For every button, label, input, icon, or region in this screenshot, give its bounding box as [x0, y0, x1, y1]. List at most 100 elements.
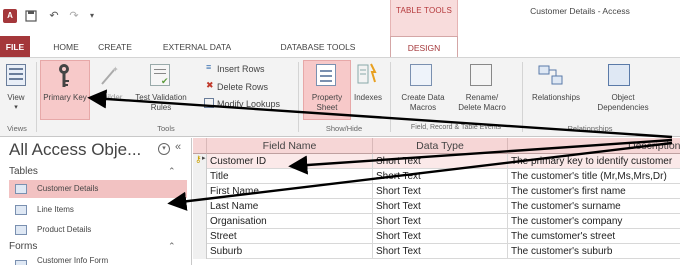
tab-file[interactable]: FILE — [0, 36, 30, 58]
table-row[interactable]: Last Name Short Text The customer's surn… — [193, 199, 680, 214]
table-row[interactable]: Organisation Short Text The customer's c… — [193, 214, 680, 229]
redo-icon[interactable]: ↷ — [64, 8, 84, 22]
table-tools-label: TABLE TOOLS — [395, 6, 452, 15]
group-views-label: Views — [7, 124, 27, 133]
indexes-icon — [357, 62, 377, 89]
nav-pane-title: All Access Obje... — [9, 140, 142, 159]
insert-rows-button[interactable]: Insert Rows — [217, 64, 265, 74]
table-row[interactable]: Street Short Text The cumstomer's street — [193, 229, 680, 244]
relationships-button[interactable]: Relationships — [524, 93, 588, 103]
cell-field-name[interactable]: Customer ID — [207, 154, 373, 169]
save-icon[interactable] — [24, 9, 38, 23]
test-validation-button[interactable]: Test Validation Rules — [132, 93, 190, 113]
nav-options-chevron-icon[interactable]: ▾ — [158, 143, 170, 155]
nav-item-label: Product Details — [37, 225, 92, 234]
view-button[interactable]: View — [2, 93, 30, 103]
cell-field-name[interactable]: Title — [207, 169, 373, 184]
tab-database-tools[interactable]: DATABASE TOOLS — [262, 36, 374, 58]
table-row[interactable]: First Name Short Text The customer's fir… — [193, 184, 680, 199]
cell-field-name[interactable]: Suburb — [207, 244, 373, 259]
cell-data-type[interactable]: Short Text — [373, 229, 508, 244]
primary-key-row-icon: ⚷ — [195, 154, 202, 164]
relationships-icon — [538, 64, 564, 91]
nav-collapse-icon[interactable]: « — [175, 141, 181, 153]
property-sheet-button[interactable]: Property Sheet — [303, 93, 351, 113]
nav-section-forms[interactable]: Forms — [9, 241, 37, 252]
cell-data-type[interactable]: Short Text — [373, 184, 508, 199]
cell-field-name[interactable]: First Name — [207, 184, 373, 199]
cell-data-type[interactable]: Short Text — [373, 154, 508, 169]
create-data-macros-button[interactable]: Create Data Macros — [392, 93, 454, 113]
row-selector[interactable] — [193, 229, 207, 244]
cell-description[interactable]: The customer's company — [508, 214, 680, 229]
cell-data-type[interactable]: Short Text — [373, 214, 508, 229]
cell-field-name[interactable]: Last Name — [207, 199, 373, 214]
header-field-name[interactable]: Field Name — [207, 138, 373, 154]
property-sheet-icon — [316, 64, 336, 86]
row-selector[interactable] — [193, 244, 207, 259]
modify-lookups-icon — [204, 98, 214, 108]
test-validation-icon: ✔ — [150, 64, 170, 86]
group-tools-label: Tools — [157, 124, 175, 133]
builder-wand-icon: ✦ — [98, 64, 120, 91]
customize-qat-icon[interactable]: ▾ — [86, 8, 98, 22]
nav-item-product-details[interactable]: Product Details — [9, 221, 187, 239]
indexes-button[interactable]: Indexes — [350, 93, 386, 103]
cell-description[interactable]: The customer's first name — [508, 184, 680, 199]
header-description[interactable]: Description — [508, 138, 680, 154]
cell-description[interactable]: The customer's suburb — [508, 244, 680, 259]
rename-delete-macro-button[interactable]: Rename/ Delete Macro — [454, 93, 510, 113]
delete-rows-button[interactable]: Delete Rows — [217, 82, 268, 92]
table-row[interactable]: Title Short Text The customer's title (M… — [193, 169, 680, 184]
cell-data-type[interactable]: Short Text — [373, 244, 508, 259]
create-data-macros-icon — [410, 64, 432, 86]
primary-key-button[interactable]: Primary Key — [40, 93, 90, 103]
nav-item-form-partial[interactable]: Customer Info Form — [9, 256, 187, 265]
builder-button[interactable]: Builder — [90, 93, 130, 103]
cell-description[interactable]: The customer's surname — [508, 199, 680, 214]
view-dropdown-icon[interactable]: ▾ — [2, 103, 30, 113]
row-selector[interactable] — [193, 214, 207, 229]
insert-rows-icon: ≡ — [206, 62, 212, 72]
tab-create[interactable]: CREATE — [92, 36, 138, 58]
cell-description[interactable]: The primary key to identify customer — [508, 154, 680, 169]
tables-collapse-icon[interactable]: ⌃ — [168, 166, 176, 177]
table-tools-context: TABLE TOOLS — [390, 0, 458, 36]
modify-lookups-button[interactable]: Modify Lookups — [217, 99, 280, 109]
ribbon-separator — [522, 62, 523, 132]
ribbon-separator — [298, 62, 299, 132]
current-row-icon: ▸ — [202, 155, 206, 162]
table-row[interactable]: Suburb Short Text The customer's suburb — [193, 244, 680, 259]
nav-item-label: Line Items — [37, 205, 74, 214]
header-data-type[interactable]: Data Type — [373, 138, 508, 154]
cell-data-type[interactable]: Short Text — [373, 199, 508, 214]
tab-external-data[interactable]: EXTERNAL DATA — [146, 36, 248, 58]
row-selector[interactable]: ⚷ ▸ — [193, 154, 207, 169]
row-selector[interactable] — [193, 184, 207, 199]
nav-item-label: Customer Details — [37, 184, 99, 193]
access-window: A ↶ ↷ ▾ TABLE TOOLS Customer Details - A… — [0, 0, 680, 265]
object-dependencies-button[interactable]: Object Dependencies — [590, 93, 656, 113]
tab-home[interactable]: HOME — [46, 36, 86, 58]
cell-description[interactable]: The cumstomer's street — [508, 229, 680, 244]
delete-rows-icon: ✖ — [206, 80, 214, 90]
nav-item-customer-details[interactable]: Customer Details — [9, 180, 187, 198]
forms-collapse-icon[interactable]: ⌃ — [168, 241, 176, 252]
cell-field-name[interactable]: Organisation — [207, 214, 373, 229]
table-icon — [15, 225, 27, 235]
cell-description[interactable]: The customer's title (Mr,Ms,Mrs,Dr) — [508, 169, 680, 184]
nav-section-tables[interactable]: Tables — [9, 166, 38, 177]
row-selector[interactable] — [193, 199, 207, 214]
table-row[interactable]: ⚷ ▸ Customer ID Short Text The primary ke… — [193, 154, 680, 169]
cell-data-type[interactable]: Short Text — [373, 169, 508, 184]
cell-field-name[interactable]: Street — [207, 229, 373, 244]
row-selector[interactable] — [193, 169, 207, 184]
group-relationships-label: Relationships — [567, 124, 613, 133]
group-show-hide-label: Show/Hide — [325, 124, 363, 133]
nav-item-label: Customer Info Form — [37, 256, 109, 265]
undo-icon[interactable]: ↶ — [44, 8, 64, 22]
ribbon-separator — [390, 62, 391, 132]
view-icon — [6, 64, 26, 86]
tab-design[interactable]: DESIGN — [390, 36, 458, 58]
nav-item-line-items[interactable]: Line Items — [9, 201, 187, 219]
